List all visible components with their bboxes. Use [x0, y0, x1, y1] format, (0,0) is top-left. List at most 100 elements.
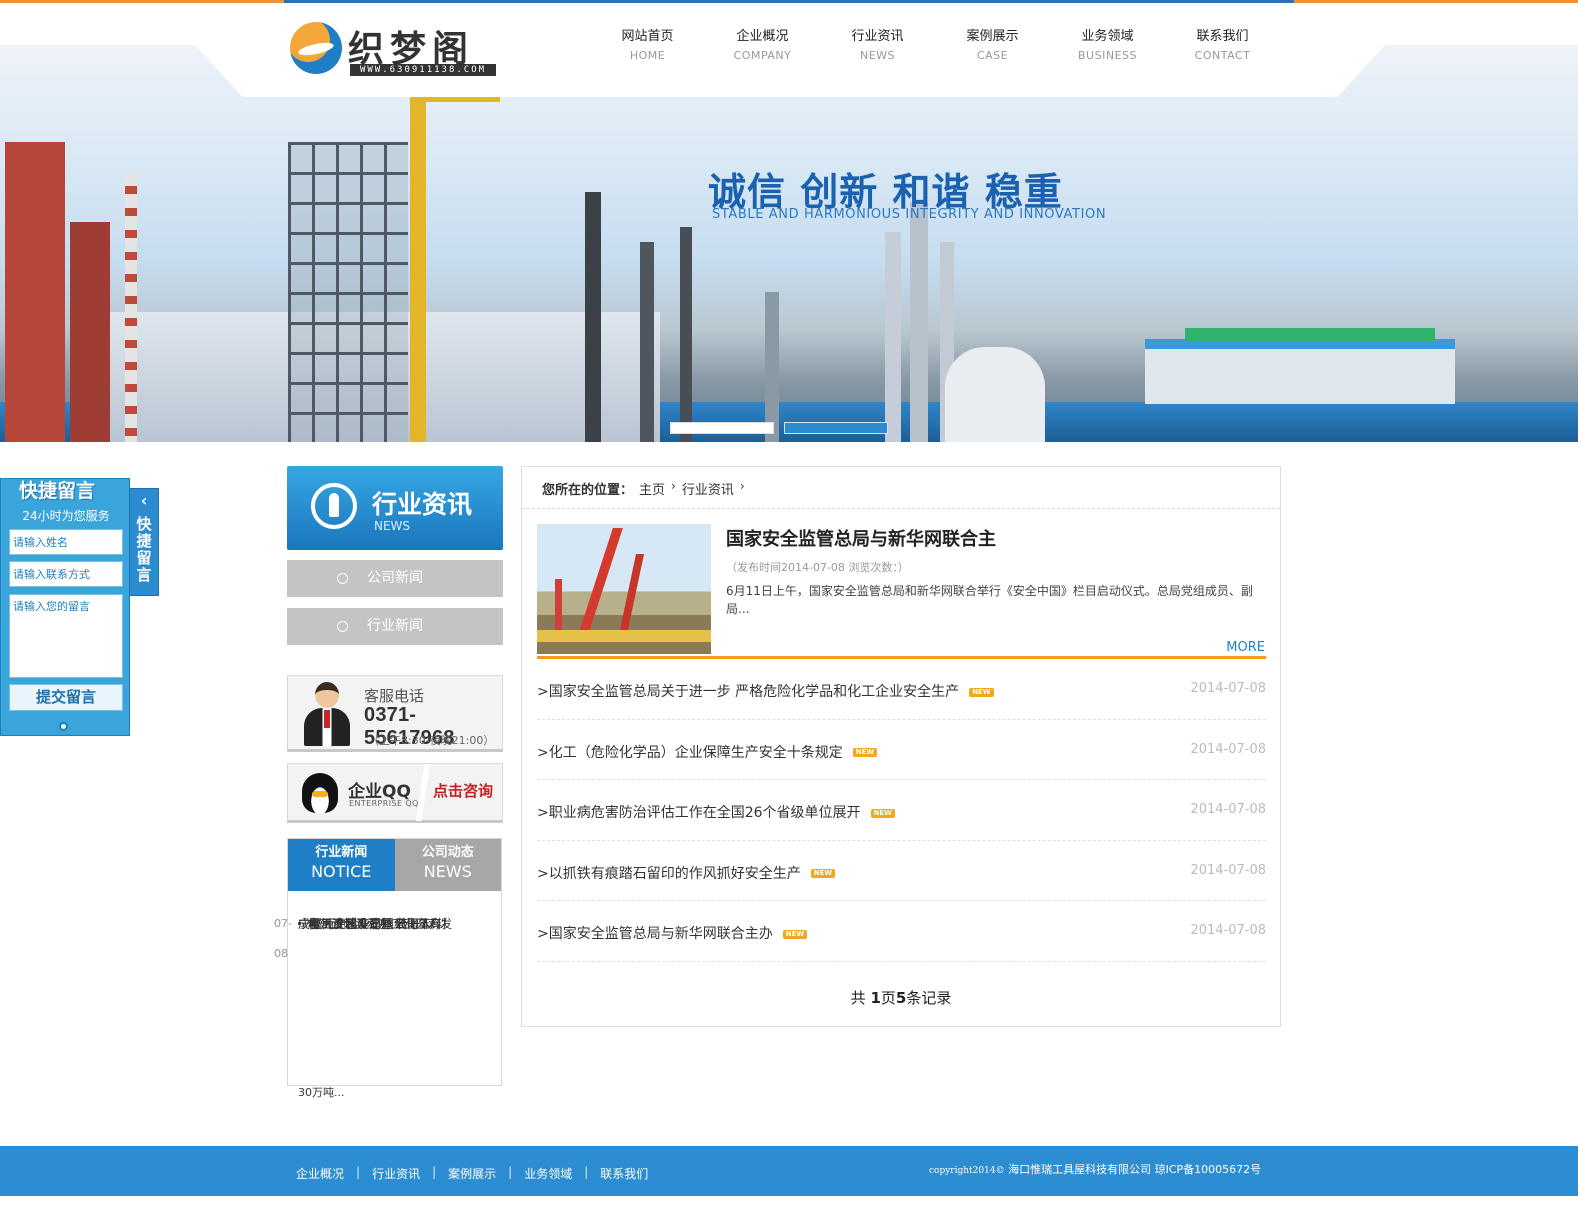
- more-link[interactable]: MORE: [1226, 640, 1265, 655]
- logo-url: WWW.630911138.COM: [350, 64, 496, 76]
- nav-label-en: BUSINESS: [1078, 49, 1137, 62]
- sidebar-item-company-news[interactable]: 公司新闻: [287, 560, 503, 597]
- footer-link-contact[interactable]: 联系我们: [600, 1165, 648, 1182]
- banner-crane: [410, 97, 426, 442]
- article-title: >以抓铁有痕踏石留印的作风抓好安全生产: [537, 865, 801, 882]
- article-link[interactable]: >职业病危害防治评估工作在全国26个省级单位展开 NEW: [537, 802, 895, 822]
- article-link[interactable]: >国家安全监管总局与新华网联合主办 NEW: [537, 923, 808, 943]
- customer-service-box[interactable]: 客服电话 0371-55617968 （上午8:30-夜晚21:00）: [287, 675, 503, 752]
- nav-label-en: CONTACT: [1194, 49, 1251, 62]
- footer-link-business[interactable]: 业务领域: [524, 1165, 572, 1182]
- submit-message-button[interactable]: 提交留言: [9, 684, 123, 711]
- quick-message-toggle-tab[interactable]: ‹ 快捷留言: [129, 488, 159, 596]
- banner-tower: [640, 242, 654, 442]
- qq-penguin-icon: [302, 773, 338, 813]
- footer-copyright: copyright2014© 海口惟瑞工具屋科技有限公司 琼ICP备100056…: [929, 1161, 1261, 1177]
- site-logo[interactable]: 织梦阁 WWW.630911138.COM: [290, 20, 500, 80]
- list-item: >以抓铁有痕踏石留印的作风抓好安全生产 NEW 2014-07-08: [537, 841, 1266, 902]
- breadcrumb-label: 您所在的位置：: [542, 483, 634, 498]
- copyright-en: copyright2014©: [929, 1166, 1005, 1176]
- quick-message-widget: 快捷留言 24小时为您服务 请输入姓名 请输入联系方式 请输入您的留言 提交留言…: [0, 478, 160, 738]
- new-badge: NEW: [782, 929, 808, 939]
- article-date: 2014-07-08: [1190, 681, 1266, 696]
- nav-company[interactable]: 企业概况 COMPANY: [705, 25, 820, 62]
- banner-tower: [585, 192, 601, 442]
- footer-link-company[interactable]: 企业概况: [296, 1165, 344, 1182]
- banner-hall: [1145, 339, 1455, 404]
- banner-slogan-en: STABLE AND HARMONIOUS INTEGRITY AND INNO…: [712, 207, 1107, 222]
- chevron-right-icon: ›: [671, 479, 676, 493]
- site-header: 织梦阁 WWW.630911138.COM 网站首页 HOME 企业概况 COMPA…: [0, 3, 1578, 98]
- breadcrumb-news[interactable]: 行业资讯: [682, 479, 734, 498]
- slide-dot-1[interactable]: [670, 422, 774, 434]
- banner-tower: [910, 202, 928, 442]
- nav-contact[interactable]: 联系我们 CONTACT: [1165, 25, 1280, 62]
- nav-label-en: HOME: [629, 49, 666, 62]
- nav-label: 案例展示: [966, 29, 1019, 44]
- site-footer: 企业概况 | 行业资讯 | 案例展示 | 业务领域 | 联系我们 copyright20…: [0, 1146, 1578, 1196]
- article-link[interactable]: >以抓铁有痕踏石留印的作风抓好安全生产 NEW: [537, 863, 836, 883]
- nav-label-en: NEWS: [859, 49, 896, 62]
- nav-label-en: COMPANY: [733, 49, 792, 62]
- service-hours: （上午8:30-夜晚21:00）: [368, 734, 495, 747]
- nav-label-en: CASE: [976, 49, 1009, 62]
- list-item: >职业病危害防治评估工作在全国26个省级单位展开 NEW 2014-07-08: [537, 780, 1266, 841]
- list-item: >化工（危险化学品）企业保障生产安全十条规定 NEW 2014-07-08: [537, 720, 1266, 781]
- tab-notice[interactable]: 行业新闻 NOTICE: [288, 839, 395, 891]
- article-link[interactable]: >国家安全监管总局关于进一步 严格危险化学品和化工企业安全生产 NEW: [537, 681, 994, 701]
- contact-input[interactable]: 请输入联系方式: [9, 561, 123, 587]
- copyright-cn: 海口惟瑞工具屋科技有限公司 琼ICP备10005672号: [1008, 1163, 1262, 1176]
- featured-title[interactable]: 国家安全监管总局与新华网联合主: [726, 525, 996, 551]
- main-nav: 网站首页 HOME 企业概况 COMPANY 行业资讯 NEWS 案例展示 CASE 业…: [590, 25, 1280, 62]
- tab-label-en: NOTICE: [311, 862, 372, 881]
- circle-icon: [337, 573, 348, 584]
- divider: [522, 508, 1280, 509]
- tab-news[interactable]: 公司动态 NEWS: [394, 839, 501, 891]
- pager-mid: 页: [880, 989, 896, 1007]
- sidebar-item-label: 公司新闻: [367, 570, 423, 586]
- quick-message-tab-label: 快捷留言: [136, 515, 152, 584]
- quick-message-subtitle: 24小时为您服务: [22, 509, 110, 523]
- quick-message-title: 快捷留言: [19, 480, 96, 502]
- hero-banner: 诚信 创新 和谐 稳重 STABLE AND HARMONIOUS INTEGR…: [0, 45, 1578, 442]
- footer-link-news[interactable]: 行业资讯: [372, 1165, 420, 1182]
- enterprise-qq-button[interactable]: 企业QQ ENTERPRISE QQ 点击咨询: [287, 763, 503, 823]
- list-item: >国家安全监管总局与新华网联合主办 NEW 2014-07-08: [537, 901, 1266, 962]
- message-textarea[interactable]: 请输入您的留言: [9, 594, 123, 678]
- list-item-title: 宁夏天元锰业有限公司年产: [298, 917, 443, 931]
- slide-dot-2[interactable]: [784, 422, 888, 434]
- article-title: >职业病危害防治评估工作在全国26个省级单位展开: [537, 805, 861, 822]
- logo-mark-icon: [290, 22, 342, 74]
- footer-link-case[interactable]: 案例展示: [448, 1165, 496, 1182]
- banner-red-tower: [5, 142, 65, 442]
- qq-divider: [416, 764, 430, 821]
- banner-tower: [680, 227, 692, 442]
- nav-news[interactable]: 行业资讯 NEWS: [820, 25, 935, 62]
- nav-label: 联系我们: [1196, 29, 1249, 44]
- nav-case[interactable]: 案例展示 CASE: [935, 25, 1050, 62]
- featured-meta: （发布时间2014-07-08 浏览次数：）: [726, 561, 909, 574]
- chevron-right-icon: ›: [739, 479, 745, 493]
- circle-icon: [337, 621, 348, 632]
- service-agent-icon: [302, 682, 352, 746]
- sidebar-title: 行业资讯: [372, 490, 473, 519]
- content-panel: 您所在的位置： 主页 › 行业资讯 › 国家安全监管总局与新华网联合主 （发布时…: [521, 466, 1281, 1027]
- nav-business[interactable]: 业务领域 BUSINESS: [1050, 25, 1165, 62]
- nav-home[interactable]: 网站首页 HOME: [590, 25, 705, 62]
- article-title: >国家安全监管总局关于进一步 严格危险化学品和化工企业安全生产: [537, 684, 960, 700]
- tab-label: 行业新闻: [315, 845, 368, 860]
- service-label: 客服电话: [364, 687, 425, 705]
- featured-summary: 6月11日上午，国家安全监管总局和新华网联合举行《安全中国》栏目启动仪式。总局党…: [726, 584, 1253, 616]
- article-link[interactable]: >化工（危险化学品）企业保障生产安全十条规定 NEW: [537, 742, 878, 762]
- name-input[interactable]: 请输入姓名: [9, 529, 123, 555]
- new-badge: NEW: [852, 748, 878, 758]
- article-date: 2014-07-08: [1190, 741, 1266, 757]
- banner-tower: [885, 232, 901, 442]
- slide-indicators: [670, 422, 888, 434]
- pager-records: 5: [895, 989, 907, 1007]
- sidebar-item-industry-news[interactable]: 行业新闻: [287, 608, 503, 645]
- featured-image[interactable]: [537, 524, 711, 654]
- pagination-summary: 共 1页5条记录: [522, 987, 1280, 1008]
- news-tabs: 行业新闻 NOTICE 公司动态 NEWS: [288, 839, 501, 891]
- breadcrumb-home[interactable]: 主页: [639, 479, 665, 498]
